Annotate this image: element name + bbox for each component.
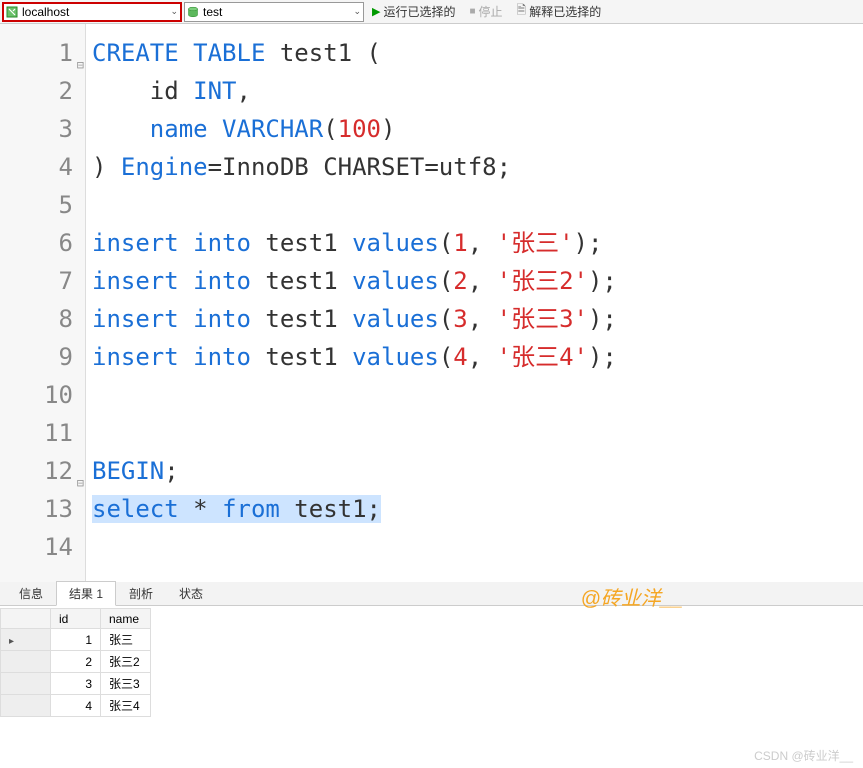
cell-id[interactable]: 4 xyxy=(51,695,101,717)
line-number: 13 xyxy=(0,490,85,528)
connection-label: localhost xyxy=(22,5,69,19)
line-number: 8 xyxy=(0,300,85,338)
run-selected-button[interactable]: ▶ 运行已选择的 xyxy=(366,2,461,22)
line-number: 9 xyxy=(0,338,85,376)
line-number: 10 xyxy=(0,376,85,414)
stop-button[interactable]: ■ 停止 xyxy=(463,2,508,22)
code-line[interactable]: select * from test1; xyxy=(92,490,863,528)
line-number: 5 xyxy=(0,186,85,224)
row-indicator-header xyxy=(1,609,51,629)
result-grid[interactable]: id name 1张三2张三23张三34张三4 xyxy=(0,608,151,717)
code-line[interactable]: BEGIN; xyxy=(92,452,863,490)
tab-result-1[interactable]: 结果 1 xyxy=(56,581,116,606)
cell-name[interactable]: 张三 xyxy=(101,629,151,651)
code-line[interactable]: insert into test1 values(1, '张三'); xyxy=(92,224,863,262)
line-number: 14 xyxy=(0,528,85,566)
cell-id[interactable]: 3 xyxy=(51,673,101,695)
line-number: 11 xyxy=(0,414,85,452)
tab-status[interactable]: 状态 xyxy=(166,581,216,605)
table-row[interactable]: 2张三2 xyxy=(1,651,151,673)
chevron-down-icon: ⌄ xyxy=(353,6,361,17)
database-label: test xyxy=(203,5,222,19)
result-tabs: 信息 结果 1 剖析 状态 xyxy=(0,582,863,606)
table-row[interactable]: 3张三3 xyxy=(1,673,151,695)
line-gutter: 1⊟23456789101112⊟1314 xyxy=(0,24,86,582)
code-line[interactable] xyxy=(92,414,863,452)
database-combo[interactable]: test ⌄ xyxy=(184,2,364,22)
code-line[interactable]: ) Engine=InnoDB CHARSET=utf8; xyxy=(92,148,863,186)
line-number: 6 xyxy=(0,224,85,262)
code-line[interactable]: insert into test1 values(2, '张三2'); xyxy=(92,262,863,300)
stop-icon: ■ xyxy=(469,6,475,17)
code-line[interactable] xyxy=(92,528,863,566)
column-header-id[interactable]: id xyxy=(51,609,101,629)
row-indicator xyxy=(1,629,51,651)
cell-name[interactable]: 张三2 xyxy=(101,651,151,673)
explain-selected-label: 解释已选择的 xyxy=(529,3,601,20)
row-indicator xyxy=(1,651,51,673)
line-number: 3 xyxy=(0,110,85,148)
watermark-footer: CSDN @砖业洋__ xyxy=(754,747,853,764)
connection-icon xyxy=(6,6,18,18)
cell-id[interactable]: 1 xyxy=(51,629,101,651)
sql-editor[interactable]: 1⊟23456789101112⊟1314 CREATE TABLE test1… xyxy=(0,24,863,582)
tab-profile[interactable]: 剖析 xyxy=(116,581,166,605)
line-number: 4 xyxy=(0,148,85,186)
toolbar: localhost ⌄ test ⌄ ▶ 运行已选择的 ■ 停止 🗎 解释已选择… xyxy=(0,0,863,24)
line-number: 1⊟ xyxy=(0,34,85,72)
cell-name[interactable]: 张三3 xyxy=(101,673,151,695)
explain-selected-button[interactable]: 🗎 解释已选择的 xyxy=(511,2,608,22)
line-number: 2 xyxy=(0,72,85,110)
database-icon xyxy=(187,6,199,18)
explain-icon: 🗎 xyxy=(517,1,527,22)
code-line[interactable]: insert into test1 values(4, '张三4'); xyxy=(92,338,863,376)
column-header-name[interactable]: name xyxy=(101,609,151,629)
code-area[interactable]: CREATE TABLE test1 ( id INT, name VARCHA… xyxy=(86,24,863,582)
code-line[interactable] xyxy=(92,186,863,224)
tab-info[interactable]: 信息 xyxy=(6,581,56,605)
connection-combo[interactable]: localhost ⌄ xyxy=(2,2,182,22)
run-selected-label: 运行已选择的 xyxy=(383,3,455,20)
play-icon: ▶ xyxy=(372,5,380,18)
code-line[interactable] xyxy=(92,376,863,414)
row-indicator xyxy=(1,695,51,717)
code-line[interactable]: CREATE TABLE test1 ( xyxy=(92,34,863,72)
table-row[interactable]: 1张三 xyxy=(1,629,151,651)
cell-id[interactable]: 2 xyxy=(51,651,101,673)
chevron-down-icon: ⌄ xyxy=(170,6,178,17)
code-line[interactable]: name VARCHAR(100) xyxy=(92,110,863,148)
line-number: 12⊟ xyxy=(0,452,85,490)
stop-label: 停止 xyxy=(479,3,503,20)
table-row[interactable]: 4张三4 xyxy=(1,695,151,717)
watermark: @砖业洋__ xyxy=(580,582,683,611)
row-indicator xyxy=(1,673,51,695)
code-line[interactable]: insert into test1 values(3, '张三3'); xyxy=(92,300,863,338)
code-line[interactable]: id INT, xyxy=(92,72,863,110)
cell-name[interactable]: 张三4 xyxy=(101,695,151,717)
line-number: 7 xyxy=(0,262,85,300)
